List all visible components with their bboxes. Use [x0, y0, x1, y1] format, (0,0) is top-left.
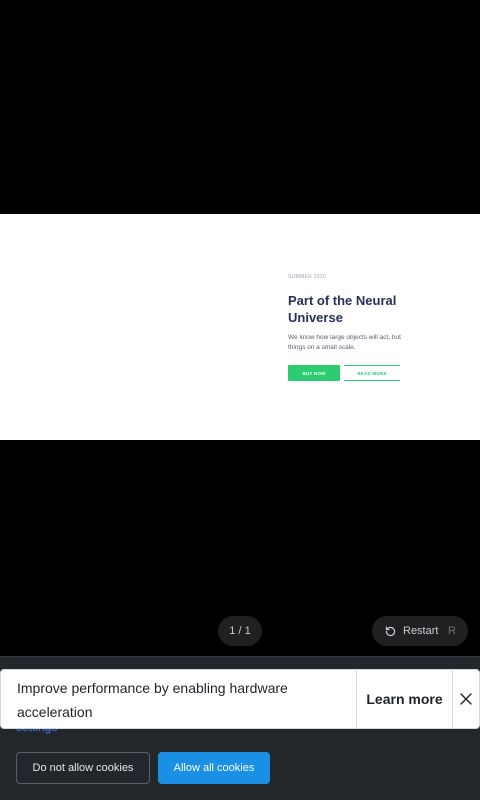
read-more-button[interactable]: READ MORE: [344, 365, 400, 381]
slide-eyebrow: SUMMER 2020: [288, 274, 327, 280]
restart-label: Restart: [403, 625, 439, 637]
slide-body-text: We know how large objects will act, but …: [288, 334, 401, 351]
deny-cookies-button[interactable]: Do not allow cookies: [16, 752, 150, 784]
restart-icon: [385, 625, 396, 636]
allow-cookies-button[interactable]: Allow all cookies: [158, 752, 270, 784]
slide-cta-row: BUY NOW READ MORE: [288, 365, 428, 381]
restart-shortcut-key: R: [448, 625, 456, 637]
restart-button[interactable]: Restart R: [372, 616, 468, 646]
learn-more-button[interactable]: Learn more: [357, 670, 453, 728]
page-indicator: 1 / 1: [218, 616, 262, 646]
hardware-acceleration-toast: Improve performance by enabling hardware…: [0, 669, 480, 729]
toast-message: Improve performance by enabling hardware…: [1, 670, 357, 728]
close-icon: [460, 693, 472, 705]
buy-now-button[interactable]: BUY NOW: [288, 365, 340, 381]
toast-close-button[interactable]: [453, 670, 479, 728]
slide-preview: SUMMER 2020 Part of the Neural Universe …: [0, 214, 480, 440]
slide-content: SUMMER 2020 Part of the Neural Universe …: [288, 274, 428, 381]
slide-headline: Part of the Neural Universe: [288, 293, 397, 325]
